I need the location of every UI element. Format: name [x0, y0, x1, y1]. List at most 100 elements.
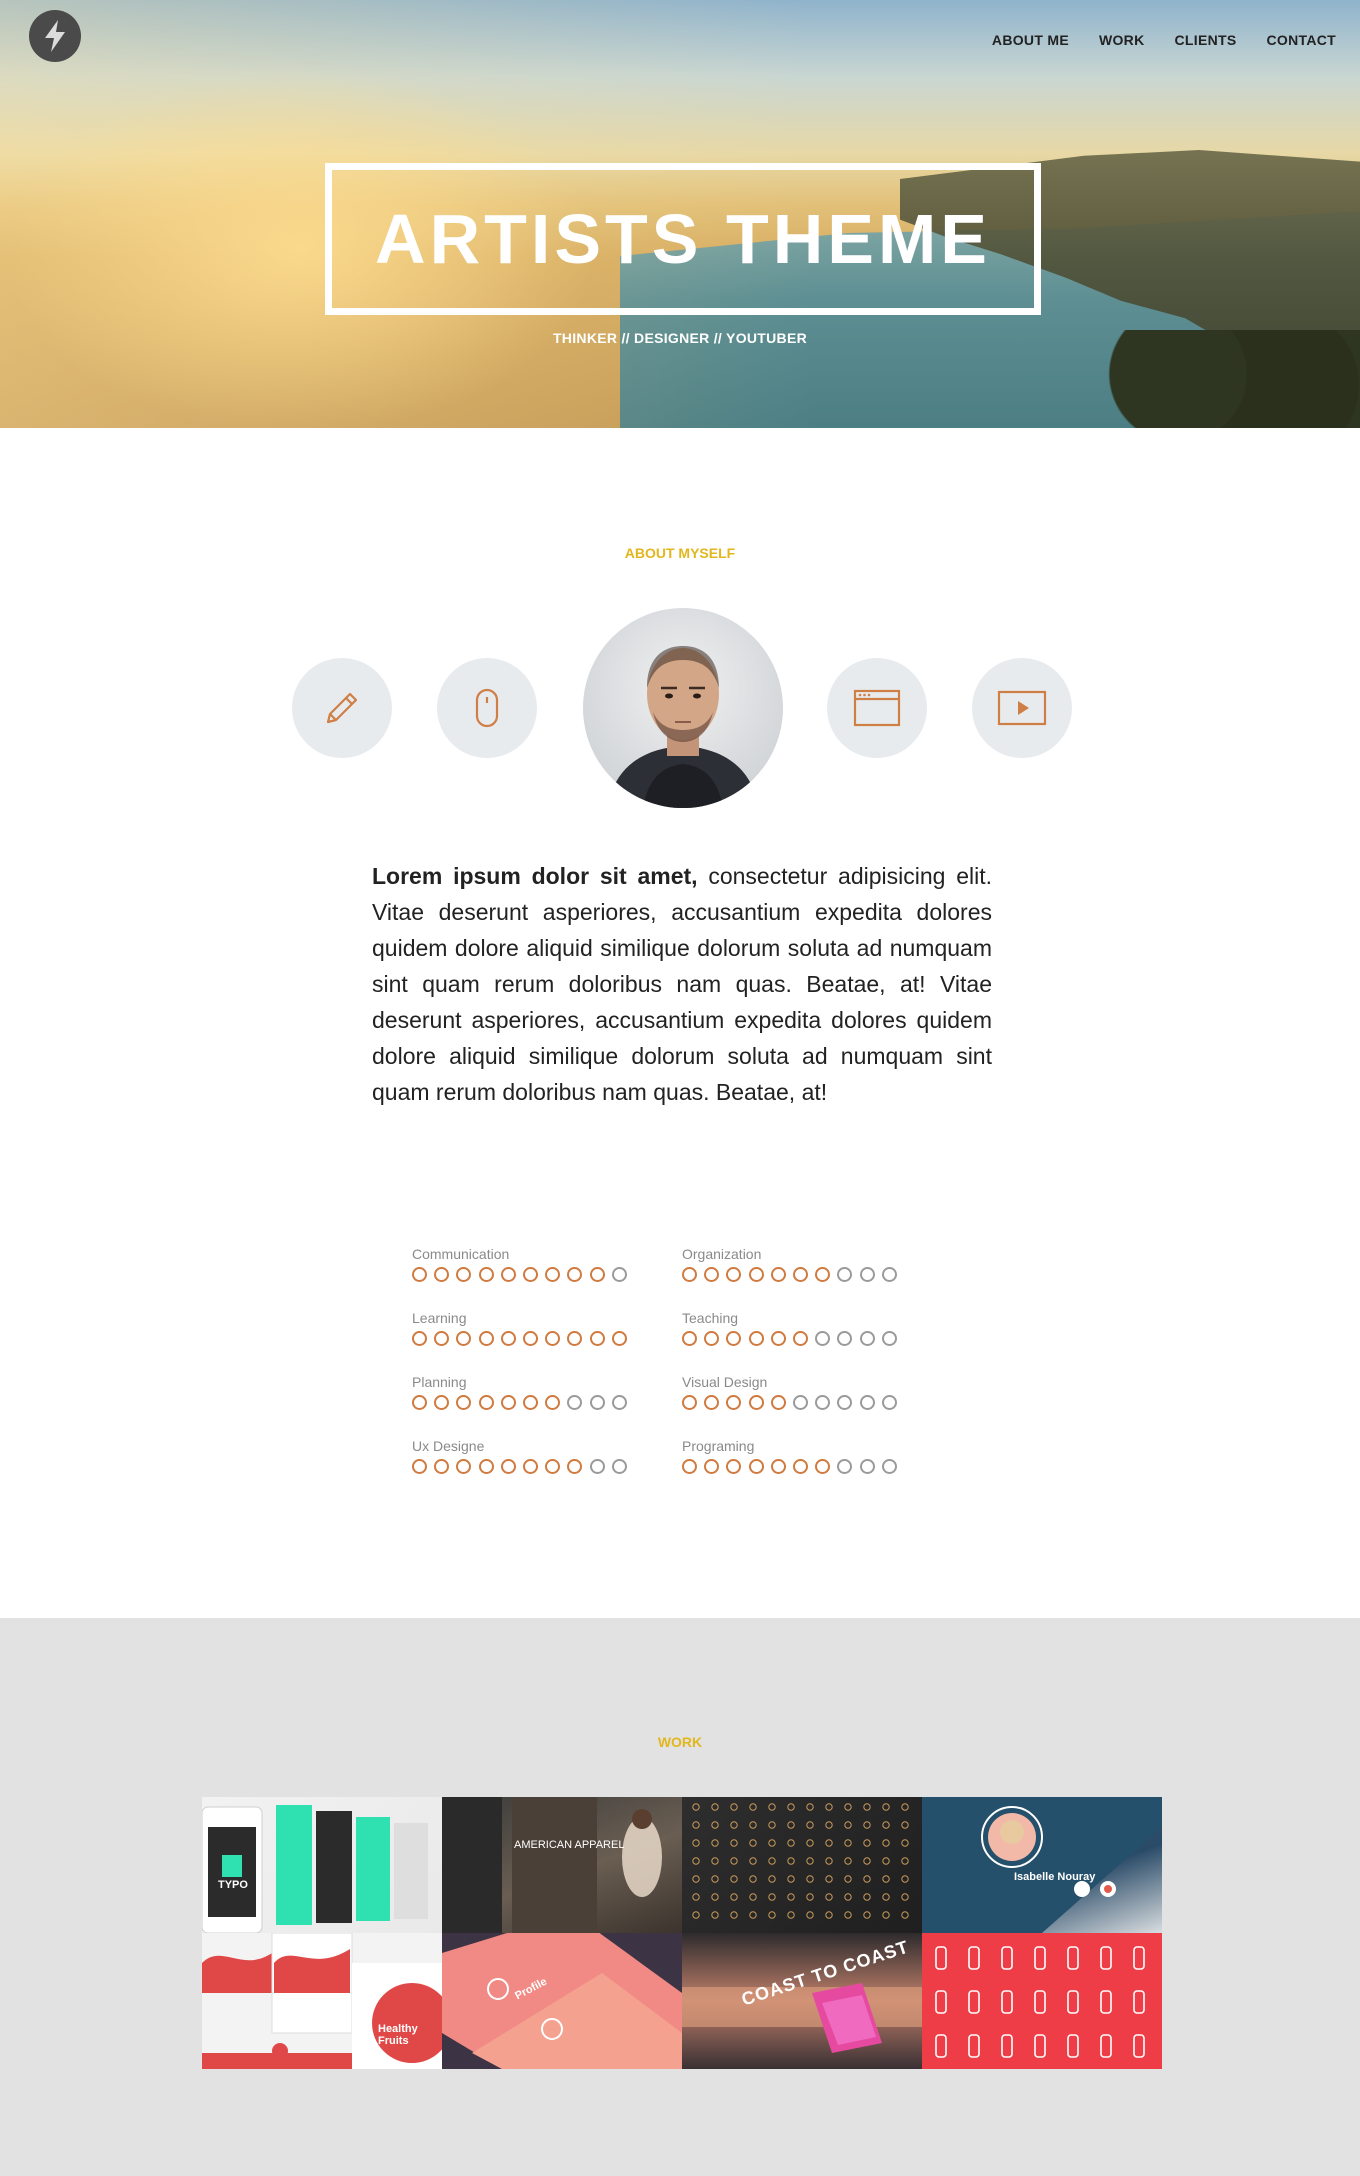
pattern-icon [749, 1875, 757, 1883]
pattern-icon [1133, 2034, 1145, 2058]
pattern-icon [692, 1857, 700, 1865]
rating-dot-filled [522, 1395, 538, 1410]
pattern-icon [935, 1990, 947, 2014]
rating-dot-empty [881, 1459, 897, 1474]
rating-dot-empty [792, 1395, 808, 1410]
skill-rating [412, 1395, 682, 1410]
pattern-icon [882, 1821, 890, 1829]
mouse-icon-circle[interactable] [437, 658, 537, 758]
pattern-icon [844, 1875, 852, 1883]
rating-dot-filled [770, 1459, 786, 1474]
work-tile-red-icon-set[interactable] [922, 1933, 1162, 2069]
pattern-icon [787, 1911, 795, 1919]
work-tile-american-apparel[interactable]: AMERICAN APPAREL [442, 1797, 682, 1933]
nav-work[interactable]: WORK [1099, 32, 1145, 48]
video-play-icon-circle[interactable] [972, 658, 1072, 758]
rating-dot-empty [859, 1331, 875, 1346]
pattern-icon [692, 1911, 700, 1919]
work-tile-text: TYPO [218, 1879, 248, 1891]
mouse-icon [475, 688, 499, 728]
skill-name: Ux Designe [412, 1438, 485, 1454]
skill-rating [412, 1267, 682, 1282]
rating-dot-filled [682, 1395, 697, 1410]
about-lead: Lorem ipsum dolor sit amet, [372, 863, 698, 889]
pattern-icon [844, 1911, 852, 1919]
pattern-icon [730, 1839, 738, 1847]
pattern-icon [968, 1990, 980, 2014]
pattern-icon [711, 1893, 719, 1901]
rating-dot-filled [792, 1267, 808, 1282]
pattern-icon [806, 1803, 814, 1811]
rating-dot-empty [837, 1331, 853, 1346]
lightning-logo-icon[interactable] [29, 10, 81, 62]
pattern-icon [787, 1821, 795, 1829]
rating-dot-filled [456, 1331, 472, 1346]
rating-dot-filled [456, 1459, 472, 1474]
work-tile-profile-app[interactable]: Isabelle Nouray [922, 1797, 1162, 1933]
pattern-icon [749, 1911, 757, 1919]
rating-dot-empty [837, 1459, 853, 1474]
pattern-icon [825, 1839, 833, 1847]
nav-about-me[interactable]: ABOUT ME [992, 32, 1069, 48]
pattern-icon [863, 1839, 871, 1847]
pattern-icon [882, 1893, 890, 1901]
pattern-icon [882, 1803, 890, 1811]
rating-dot-filled [567, 1331, 583, 1346]
rating-dot-empty [611, 1395, 627, 1410]
work-tile-icon-set-dark[interactable] [682, 1797, 922, 1933]
pattern-icon [1001, 2034, 1013, 2058]
work-tile-typo-app[interactable]: TYPO [202, 1797, 442, 1933]
rating-dot-filled [770, 1331, 786, 1346]
skill-name: Learning [412, 1310, 467, 1326]
pattern-icon [844, 1839, 852, 1847]
pattern-icon [787, 1839, 795, 1847]
nav-clients[interactable]: CLIENTS [1175, 32, 1237, 48]
rating-dot-filled [500, 1267, 516, 1282]
pattern-icon [692, 1839, 700, 1847]
pattern-icon [749, 1821, 757, 1829]
nav-contact[interactable]: CONTACT [1267, 32, 1337, 48]
skill-item: Programing [682, 1438, 952, 1474]
pattern-icon [901, 1821, 909, 1829]
pattern-icon [806, 1839, 814, 1847]
work-tile-profile-map-history[interactable]: Profile [442, 1933, 682, 2069]
pencil-icon-circle[interactable] [292, 658, 392, 758]
rating-dot-filled [682, 1331, 697, 1346]
rating-dot-empty [611, 1267, 627, 1282]
rating-dot-filled [478, 1459, 494, 1474]
rating-dot-empty [815, 1331, 831, 1346]
skill-name: Visual Design [682, 1374, 768, 1390]
rating-dot-empty [859, 1395, 875, 1410]
rating-dot-filled [815, 1459, 831, 1474]
work-tile-charts-app[interactable]: Healthy Fruits [202, 1933, 442, 2069]
rating-dot-filled [522, 1267, 538, 1282]
pattern-icon [901, 1893, 909, 1901]
work-tile-coast-to-coast[interactable]: COAST TO COAST [682, 1933, 922, 2069]
rating-dot-filled [792, 1459, 808, 1474]
rating-dot-empty [567, 1395, 583, 1410]
rating-dot-filled [704, 1459, 720, 1474]
work-tile-text: Isabelle Nouray [1014, 1871, 1096, 1883]
browser-window-icon-circle[interactable] [827, 658, 927, 758]
rating-dot-empty [837, 1267, 853, 1282]
pattern-icon [825, 1803, 833, 1811]
pattern-icon [1034, 2034, 1046, 2058]
rating-dot-filled [748, 1395, 764, 1410]
rating-dot-filled [412, 1331, 427, 1346]
skill-item: Communication [412, 1246, 682, 1282]
hero-subtitle: THINKER // DESIGNER // YOUTUBER [552, 330, 808, 346]
skill-item: Organization [682, 1246, 952, 1282]
rating-dot-filled [500, 1395, 516, 1410]
pattern-icon [692, 1875, 700, 1883]
rating-dot-filled [434, 1331, 450, 1346]
pattern-icon [882, 1839, 890, 1847]
skill-item: Ux Designe [412, 1438, 682, 1474]
pencil-icon [326, 692, 358, 724]
rating-dot-empty [881, 1395, 897, 1410]
skill-name: Organization [682, 1246, 762, 1262]
pattern-icon [787, 1803, 795, 1811]
rating-dot-filled [500, 1459, 516, 1474]
rating-dot-filled [412, 1267, 427, 1282]
pattern-icon [711, 1857, 719, 1865]
rating-dot-filled [500, 1331, 516, 1346]
